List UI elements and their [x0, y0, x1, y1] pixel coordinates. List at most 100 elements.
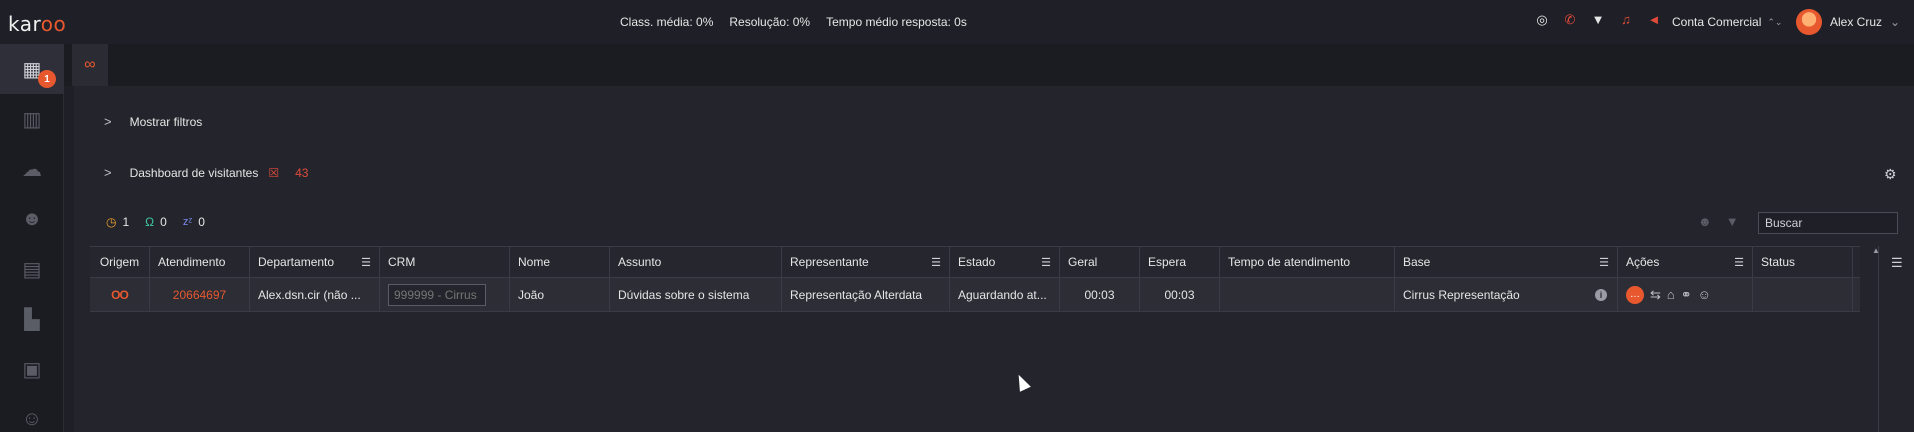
- col-base[interactable]: Base ☰: [1395, 247, 1618, 277]
- counter-sleeping: zᶻ 0: [183, 215, 205, 229]
- col-label: Status: [1761, 255, 1796, 269]
- cell-geral: 00:03: [1060, 278, 1140, 311]
- cell-atendimento[interactable]: 20664697: [150, 278, 250, 311]
- cell-base: Cirrus Representação i: [1395, 278, 1618, 311]
- sidebar-item-reports[interactable]: ▥: [0, 94, 64, 144]
- tab-monitor[interactable]: ∞: [72, 44, 108, 86]
- wifi-icon[interactable]: ▼: [1591, 12, 1605, 28]
- column-menu-icon[interactable]: ☰: [931, 256, 941, 269]
- col-label: Estado: [958, 255, 996, 269]
- column-menu-icon[interactable]: ☰: [1041, 256, 1051, 269]
- sidebar-item-users[interactable]: ☻: [0, 194, 64, 244]
- col-tempo-atendimento[interactable]: Tempo de atendimento: [1220, 247, 1395, 277]
- column-menu-icon[interactable]: ☰: [1599, 256, 1609, 269]
- visitors-dashboard-label: Dashboard de visitantes: [129, 165, 259, 180]
- chevron-down-icon: ⌄: [1890, 15, 1901, 29]
- chart-icon: ▥: [22, 108, 42, 131]
- col-espera[interactable]: Espera: [1140, 247, 1220, 277]
- assunto-value: Dúvidas sobre o sistema: [618, 287, 750, 302]
- attendance-table: Origem Atendimento Departamento ☰ CRM Nom…: [90, 246, 1860, 312]
- user-search-icon: ☺: [21, 407, 43, 430]
- col-label: Ações: [1626, 255, 1660, 269]
- col-nome[interactable]: Nome: [510, 247, 610, 277]
- assign-user-icon[interactable]: ☺: [1698, 287, 1711, 302]
- column-menu-icon[interactable]: ☰: [1734, 256, 1744, 269]
- counter-in-service: Ω 0: [145, 215, 167, 229]
- representante-value: Representação Alterdata: [790, 287, 923, 302]
- counter-sleeping-value: 0: [198, 215, 205, 229]
- capture-icon[interactable]: ⌂: [1667, 287, 1675, 302]
- sidebar-item-chat[interactable]: ☁: [0, 144, 64, 194]
- chevron-right-icon: >: [104, 114, 112, 129]
- col-status[interactable]: Status: [1753, 247, 1853, 277]
- gear-icon[interactable]: ⚙: [1884, 166, 1897, 183]
- open-chat-icon[interactable]: …: [1626, 285, 1644, 304]
- transfer-icon[interactable]: ⇆: [1650, 287, 1661, 303]
- col-origem[interactable]: Origem: [90, 247, 150, 277]
- sidebar-item-search-report[interactable]: ▤: [0, 244, 64, 294]
- col-label: Nome: [518, 255, 551, 269]
- espera-value: 00:03: [1164, 287, 1195, 302]
- clock-icon: ◷: [106, 215, 117, 229]
- phone-off-icon[interactable]: ✆: [1563, 12, 1577, 28]
- col-label: Representante: [790, 255, 869, 269]
- group-icon[interactable]: ☻: [1698, 214, 1712, 229]
- volume-off-icon[interactable]: ◄: [1647, 12, 1661, 28]
- sleep-icon: zᶻ: [182, 216, 193, 228]
- contact-card-icon: ▣: [22, 358, 42, 381]
- col-label: Atendimento: [158, 255, 226, 269]
- col-representante[interactable]: Representante ☰: [782, 247, 950, 277]
- sidebar-item-contact[interactable]: ▣: [0, 344, 64, 394]
- col-label: CRM: [388, 255, 416, 269]
- info-icon[interactable]: i: [1595, 288, 1607, 301]
- show-filters-toggle[interactable]: > Mostrar filtros: [104, 114, 202, 129]
- col-label: Espera: [1148, 255, 1187, 269]
- headset-icon: Ω: [145, 215, 155, 229]
- karoo-logo[interactable]: karoo: [8, 12, 66, 36]
- status-icons: ◎ ✆ ▼ ♫ ◄: [1535, 12, 1661, 28]
- user-menu[interactable]: Alex Cruz ⌄: [1796, 9, 1900, 35]
- col-acoes[interactable]: Ações ☰: [1618, 247, 1753, 277]
- chevron-updown-icon: ⌃⌄: [1767, 16, 1783, 27]
- col-label: Assunto: [618, 255, 662, 269]
- avatar[interactable]: [1796, 9, 1822, 35]
- chat-origin-icon: OO: [111, 287, 129, 302]
- link-icon[interactable]: ⚭: [1681, 287, 1692, 303]
- stats-bar: Class. média: 0% Resolução: 0% Tempo méd…: [620, 15, 967, 29]
- cell-representante: Representação Alterdata: [782, 278, 950, 311]
- users-icon: ☻: [21, 207, 43, 230]
- account-selector[interactable]: Conta Comercial ⌃⌄: [1672, 15, 1782, 29]
- whatsapp-icon[interactable]: ◎: [1535, 12, 1549, 28]
- chevron-right-icon: >: [104, 165, 112, 180]
- table-header: Origem Atendimento Departamento ☰ CRM Nom…: [90, 246, 1860, 278]
- sidebar-item-user-search[interactable]: ☺: [0, 394, 64, 432]
- crm-field[interactable]: [388, 283, 486, 306]
- sidebar: ▦ 1 ▥ ☁ ☻ ▤ ▙ ▣ ☺: [0, 44, 64, 432]
- columns-menu-icon[interactable]: ☰: [1891, 255, 1903, 271]
- search-input[interactable]: [1758, 212, 1898, 234]
- top-bar: karoo Class. média: 0% Resolução: 0% Tem…: [0, 0, 1914, 44]
- cell-origem: OO: [90, 278, 150, 311]
- col-assunto[interactable]: Assunto: [610, 247, 782, 277]
- col-geral[interactable]: Geral: [1060, 247, 1140, 277]
- column-menu-icon[interactable]: ☰: [361, 256, 371, 269]
- sidebar-item-table[interactable]: ▦ 1: [0, 44, 64, 94]
- filter-icon[interactable]: ▼: [1726, 214, 1739, 229]
- col-crm[interactable]: CRM: [380, 247, 510, 277]
- col-label: Geral: [1068, 255, 1098, 269]
- visitors-dashboard-toggle[interactable]: > Dashboard de visitantes ☒ 43: [104, 165, 308, 180]
- cell-acoes: … ⇆ ⌂ ⚭ ☺: [1618, 278, 1753, 311]
- attendance-link[interactable]: 20664697: [173, 288, 226, 302]
- col-estado[interactable]: Estado ☰: [950, 247, 1060, 277]
- table-row[interactable]: OO 20664697 Alex.dsn.cir (não ... João D…: [90, 278, 1860, 312]
- tab-strip: ∞: [64, 44, 1914, 86]
- user-name: Alex Cruz: [1830, 15, 1883, 29]
- counter-waiting-value: 1: [122, 215, 130, 229]
- cell-departamento: Alex.dsn.cir (não ...: [250, 278, 380, 311]
- col-departamento[interactable]: Departamento ☰: [250, 247, 380, 277]
- bell-off-icon[interactable]: ♫: [1619, 12, 1633, 28]
- sidebar-item-building[interactable]: ▙: [0, 294, 64, 344]
- col-atendimento[interactable]: Atendimento: [150, 247, 250, 277]
- search-report-icon: ▤: [22, 258, 42, 281]
- stat-classification: Class. média: 0%: [620, 15, 714, 29]
